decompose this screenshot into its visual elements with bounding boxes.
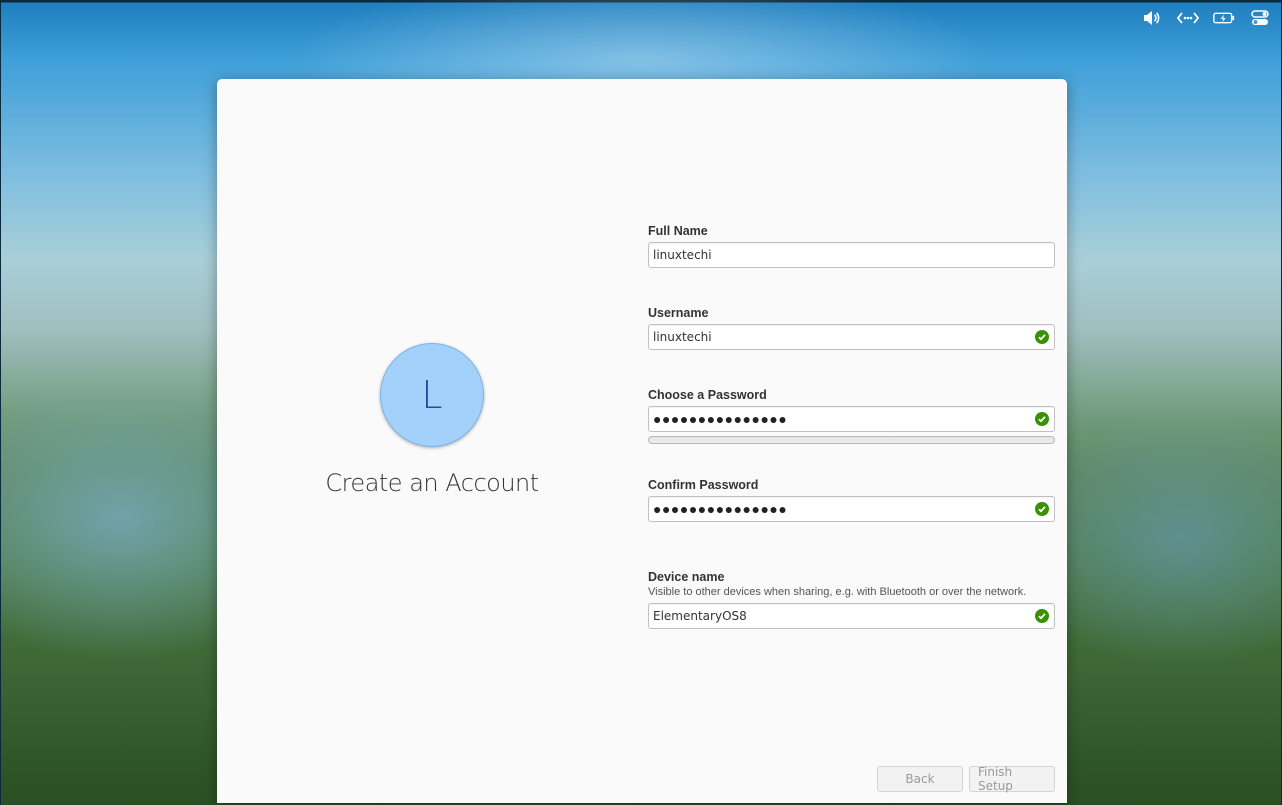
- full-name-field-box[interactable]: [648, 242, 1055, 268]
- password-label: Choose a Password: [648, 388, 767, 402]
- page-title: Create an Account: [325, 469, 539, 497]
- username-field-box[interactable]: [648, 324, 1055, 350]
- password-field-box[interactable]: ●●●●●●●●●●●●●●●: [648, 406, 1055, 432]
- back-button[interactable]: Back: [877, 766, 963, 792]
- action-buttons: Back Finish Setup: [877, 765, 1055, 793]
- password-strength-meter: [648, 436, 1055, 444]
- full-name-label: Full Name: [648, 224, 708, 238]
- account-form: Full Name Username Choose a Password ●●●…: [648, 223, 1055, 629]
- avatar: L: [380, 343, 484, 447]
- device-name-field-box[interactable]: [648, 603, 1055, 629]
- desktop-background: L Create an Account Full Name Username C…: [0, 0, 1282, 805]
- system-tray: [1141, 8, 1271, 28]
- network-icon[interactable]: [1177, 8, 1199, 28]
- device-name-valid-check-icon: [1035, 609, 1049, 623]
- username-valid-check-icon: [1035, 330, 1049, 344]
- confirm-password-label: Confirm Password: [648, 478, 759, 492]
- device-name-input[interactable]: [649, 604, 1023, 628]
- quick-settings-icon[interactable]: [1249, 8, 1271, 28]
- finish-setup-button[interactable]: Finish Setup: [969, 765, 1055, 793]
- full-name-input[interactable]: [649, 243, 1023, 267]
- confirm-password-input[interactable]: ●●●●●●●●●●●●●●●: [653, 497, 787, 521]
- account-header-pane: L Create an Account: [217, 79, 647, 803]
- volume-icon[interactable]: [1141, 8, 1163, 28]
- device-name-description: Visible to other devices when sharing, e…: [648, 586, 1027, 598]
- username-label: Username: [648, 306, 709, 320]
- confirm-password-valid-check-icon: [1035, 502, 1049, 516]
- device-name-label: Device name: [648, 570, 725, 584]
- confirm-password-field-box[interactable]: ●●●●●●●●●●●●●●●: [648, 496, 1055, 522]
- installer-window: L Create an Account Full Name Username C…: [217, 79, 1067, 803]
- username-input[interactable]: [649, 325, 1023, 349]
- password-valid-check-icon: [1035, 412, 1049, 426]
- password-input[interactable]: ●●●●●●●●●●●●●●●: [653, 407, 787, 431]
- battery-icon[interactable]: [1213, 8, 1235, 28]
